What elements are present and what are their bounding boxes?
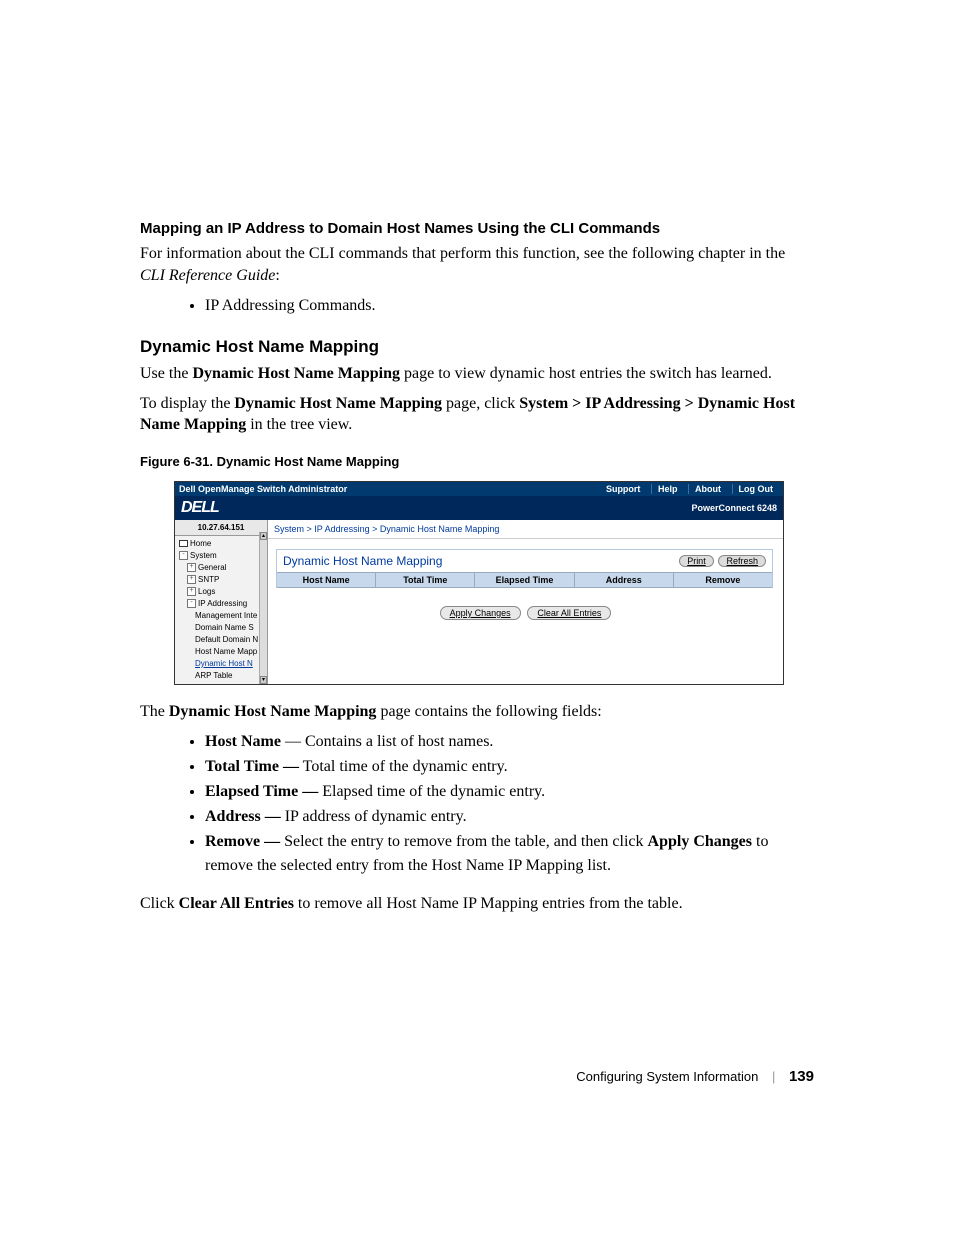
footer-title: Configuring System Information [576,1069,758,1084]
app-title: Dell OpenManage Switch Administrator [179,484,347,494]
nav-dns[interactable]: Domain Name S [177,622,267,634]
p2-bold1: Dynamic Host Name Mapping [234,395,442,412]
page-footer: Configuring System Information | 139 [576,1068,814,1085]
fi-post: page contains the following fields: [376,703,601,720]
closing-bold: Clear All Entries [179,895,294,912]
use-paragraph: Use the Dynamic Host Name Mapping page t… [140,363,814,385]
collapse-icon[interactable]: - [187,599,196,608]
intro-ref: CLI Reference Guide [140,267,275,284]
expand-icon[interactable]: + [187,563,196,572]
intro-pre: For information about the CLI commands t… [140,245,785,262]
field-hostname: Host Name — Contains a list of host name… [205,730,814,755]
cli-bullet: IP Addressing Commands. [205,294,814,319]
expand-icon[interactable]: + [187,587,196,596]
col-hostname: Host Name [277,573,376,587]
clear-all-button[interactable]: Clear All Entries [527,606,611,620]
apply-changes-button[interactable]: Apply Changes [440,606,521,620]
subheading-cli: Mapping an IP Address to Domain Host Nam… [140,220,814,237]
scroll-down-icon[interactable]: ▾ [260,676,267,684]
refresh-button[interactable]: Refresh [718,555,766,567]
field-totaltime: Total Time — Total time of the dynamic e… [205,755,814,780]
content-area: System > IP Addressing > Dynamic Host Na… [268,520,783,684]
banner: DELL PowerConnect 6248 [175,496,783,520]
display-paragraph: To display the Dynamic Host Name Mapping… [140,393,814,436]
expand-icon[interactable]: + [187,575,196,584]
breadcrumb: System > IP Addressing > Dynamic Host Na… [268,520,783,539]
fi-bold: Dynamic Host Name Mapping [169,703,377,720]
nav-scrollbar[interactable]: ▴ ▾ [259,532,267,684]
nav-hostmap[interactable]: Host Name Mapp [177,646,267,658]
intro-paragraph: For information about the CLI commands t… [140,243,814,286]
link-about[interactable]: About [688,484,727,494]
field-elapsed: Elapsed Time — Elapsed time of the dynam… [205,780,814,805]
nav-dynhost[interactable]: Dynamic Host N [177,658,267,670]
p1-post: page to view dynamic host entries the sw… [400,365,772,382]
col-totaltime: Total Time [376,573,475,587]
app-titlebar: Dell OpenManage Switch Administrator Sup… [175,482,783,496]
print-button[interactable]: Print [679,555,714,567]
link-logout[interactable]: Log Out [732,484,780,494]
nav-defdom[interactable]: Default Domain N [177,634,267,646]
p1-pre: Use the [140,365,192,382]
figure-caption: Figure 6-31. Dynamic Host Name Mapping [140,454,814,469]
page-number: 139 [789,1068,814,1085]
dell-logo: DELL [181,499,219,517]
collapse-icon[interactable]: - [179,551,188,560]
p2-post: in the tree view. [246,416,352,433]
nav-home[interactable]: Home [177,538,267,550]
nav-ipaddr[interactable]: -IP Addressing [177,598,267,610]
p1-bold: Dynamic Host Name Mapping [192,365,400,382]
home-icon [179,540,188,547]
nav-general[interactable]: +General [177,562,267,574]
nav-tree: 10.27.64.151 Home -System +General +SNTP… [175,520,268,684]
p2-pre: To display the [140,395,234,412]
nav-logs[interactable]: +Logs [177,586,267,598]
footer-sep: | [772,1069,775,1084]
col-elapsed: Elapsed Time [475,573,574,587]
screenshot: Dell OpenManage Switch Administrator Sup… [174,481,784,685]
fields-intro: The Dynamic Host Name Mapping page conta… [140,701,814,723]
model-label: PowerConnect 6248 [691,503,777,513]
closing-post: to remove all Host Name IP Mapping entri… [294,895,683,912]
scroll-up-icon[interactable]: ▴ [260,532,267,540]
link-help[interactable]: Help [651,484,684,494]
heading-dynamic: Dynamic Host Name Mapping [140,337,814,357]
closing-paragraph: Click Clear All Entries to remove all Ho… [140,893,814,915]
nav-ip: 10.27.64.151 [175,520,267,536]
topbar-links: Support Help About Log Out [598,484,779,494]
table-header: Host Name Total Time Elapsed Time Addres… [277,572,772,588]
nav-system[interactable]: -System [177,550,267,562]
fi-pre: The [140,703,169,720]
p2-mid: page, click [442,395,519,412]
nav-mgmt[interactable]: Management Inte [177,610,267,622]
col-remove: Remove [674,573,772,587]
field-address: Address — IP address of dynamic entry. [205,805,814,830]
link-support[interactable]: Support [600,484,647,494]
panel-title: Dynamic Host Name Mapping [283,554,442,568]
field-remove: Remove — Select the entry to remove from… [205,830,814,880]
closing-pre: Click [140,895,179,912]
nav-sntp[interactable]: +SNTP [177,574,267,586]
intro-post: : [275,267,279,284]
col-address: Address [575,573,674,587]
nav-arp[interactable]: ARP Table [177,670,267,682]
panel: Dynamic Host Name Mapping Print Refresh … [276,549,773,588]
